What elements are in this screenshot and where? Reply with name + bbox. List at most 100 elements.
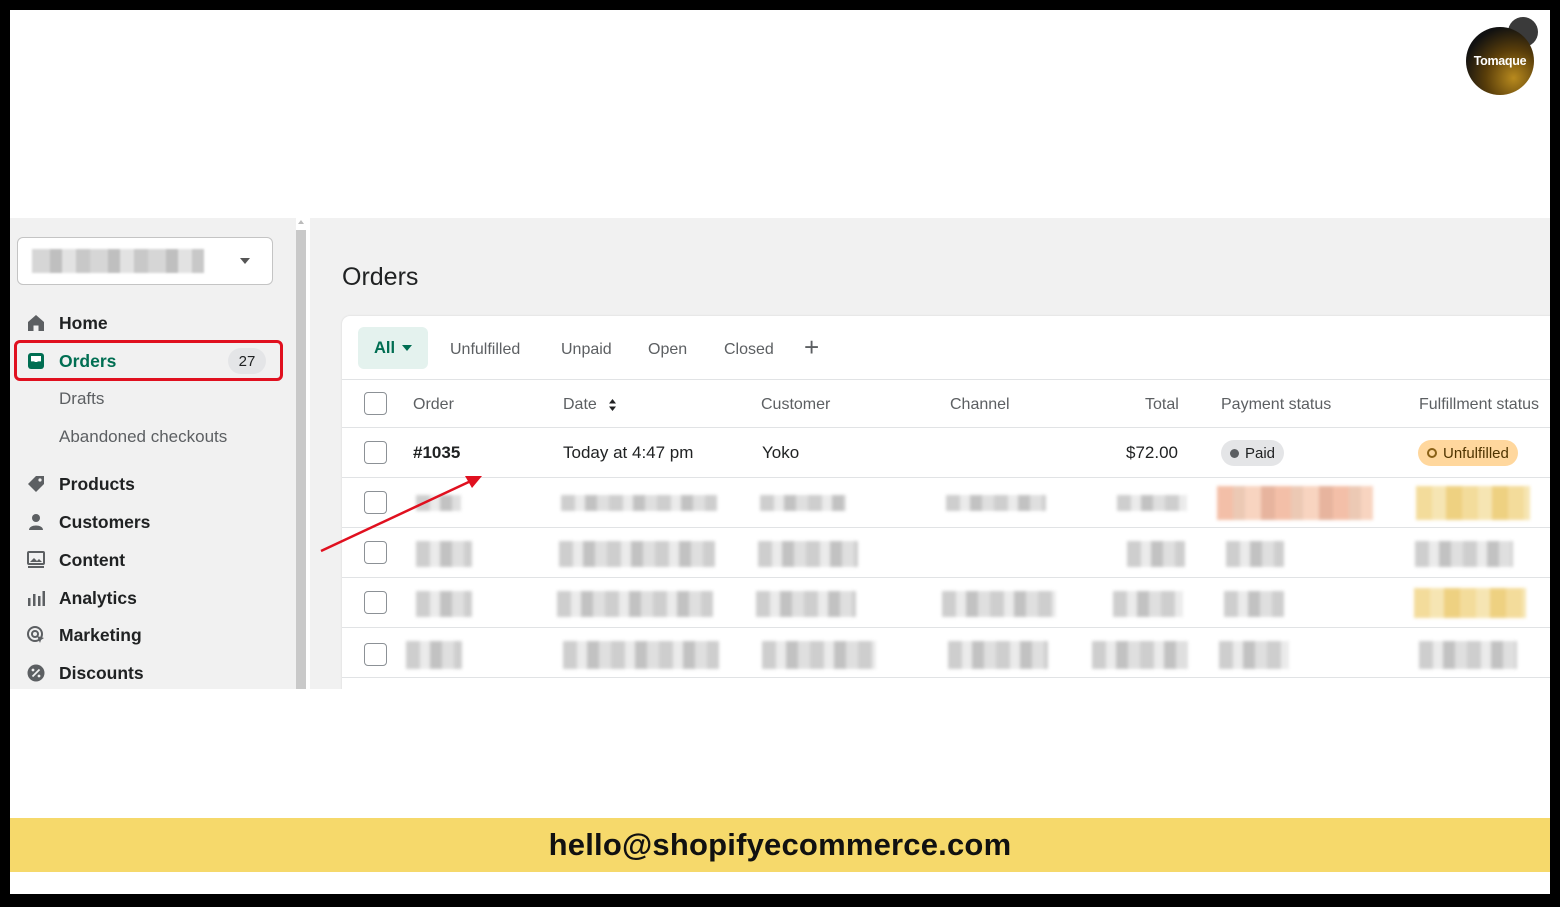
image-frame-icon xyxy=(26,550,46,570)
col-payment-status[interactable]: Payment status xyxy=(1221,396,1331,414)
nav-drafts[interactable]: Drafts xyxy=(59,389,104,409)
nav-products-label: Products xyxy=(59,473,135,494)
tab-open[interactable]: Open xyxy=(648,341,687,359)
row-checkbox[interactable] xyxy=(364,591,387,614)
sidebar-scrollbar-thumb[interactable] xyxy=(296,230,306,689)
nav-home-label: Home xyxy=(59,312,108,333)
tab-unpaid[interactable]: Unpaid xyxy=(561,341,612,359)
blurred-total xyxy=(1127,541,1185,567)
blurred-order xyxy=(416,541,472,567)
blurred-customer xyxy=(758,541,858,567)
blurred-payment-badge xyxy=(1226,541,1284,567)
blurred-total xyxy=(1113,591,1183,617)
add-tab-plus-icon[interactable]: + xyxy=(804,332,819,363)
table-row-blurred[interactable] xyxy=(342,628,1550,678)
row-checkbox[interactable] xyxy=(364,491,387,514)
tab-all-label: All xyxy=(373,338,396,357)
row-checkbox[interactable] xyxy=(364,643,387,666)
tab-all[interactable]: All xyxy=(358,327,428,369)
sort-icon[interactable] xyxy=(608,398,617,412)
blurred-customer xyxy=(756,591,856,617)
blurred-fulfillment-badge xyxy=(1415,541,1513,567)
payment-status-label: Paid xyxy=(1245,444,1276,462)
caret-down-icon xyxy=(402,345,413,351)
order-number[interactable]: #1035 xyxy=(413,443,460,463)
blurred-fulfillment-badge xyxy=(1414,588,1526,618)
nav-orders[interactable]: Orders xyxy=(26,346,116,376)
footer-banner: hello@shopifyecommerce.com xyxy=(10,818,1550,872)
select-all-checkbox[interactable] xyxy=(364,392,387,415)
caret-down-icon xyxy=(240,258,250,264)
nav-discounts-label: Discounts xyxy=(59,662,144,683)
nav-marketing-label: Marketing xyxy=(59,624,142,645)
blurred-fulfillment-badge xyxy=(1419,641,1517,669)
inbox-icon xyxy=(26,351,46,371)
blurred-payment-badge xyxy=(1219,641,1289,669)
table-row-blurred[interactable] xyxy=(342,578,1550,628)
nav-orders-label: Orders xyxy=(59,350,117,371)
row-checkbox[interactable] xyxy=(364,541,387,564)
table-row-blurred[interactable] xyxy=(342,478,1550,528)
table-row-blurred[interactable] xyxy=(342,528,1550,578)
tab-unfulfilled[interactable]: Unfulfilled xyxy=(450,341,520,359)
row-checkbox[interactable] xyxy=(364,441,387,464)
blurred-order xyxy=(406,641,462,669)
status-ring-icon xyxy=(1427,448,1437,458)
col-channel[interactable]: Channel xyxy=(950,396,1010,414)
nav-analytics-label: Analytics xyxy=(59,587,137,608)
nav-analytics[interactable]: Analytics xyxy=(26,583,137,613)
payment-status-badge: Paid xyxy=(1221,440,1285,466)
nav-home[interactable]: Home xyxy=(26,308,108,338)
fulfillment-status-label: Unfulfilled xyxy=(1443,444,1509,462)
nav-marketing[interactable]: Marketing xyxy=(26,620,142,650)
col-customer[interactable]: Customer xyxy=(761,396,830,414)
discount-icon xyxy=(26,663,46,683)
col-order[interactable]: Order xyxy=(413,396,454,414)
blurred-date xyxy=(563,641,719,669)
contact-email: hello@shopifyecommerce.com xyxy=(548,827,1012,862)
nav-discounts[interactable]: Discounts xyxy=(26,658,144,688)
page-title: Orders xyxy=(342,263,419,291)
blurred-date xyxy=(557,591,713,617)
table-header: Order Date Customer Channel Total Paymen… xyxy=(342,380,1550,428)
screenshot-frame: Tomaque Home Orders 27 Drafts Abandoned … xyxy=(10,10,1550,894)
nav-products[interactable]: Products xyxy=(26,469,135,499)
blurred-total xyxy=(1117,495,1187,511)
blurred-order xyxy=(416,495,461,511)
blurred-date xyxy=(559,541,715,567)
blurred-fulfillment-badge xyxy=(1416,486,1530,520)
col-date-label: Date xyxy=(563,396,597,413)
blurred-date xyxy=(561,495,717,511)
blurred-channel xyxy=(946,495,1046,511)
order-date: Today at 4:47 pm xyxy=(563,443,694,462)
blurred-order xyxy=(416,591,472,617)
orders-card: All Unfulfilled Unpaid Open Closed + Ord… xyxy=(342,316,1550,689)
blurred-channel xyxy=(948,641,1048,669)
bar-chart-icon xyxy=(26,588,46,608)
target-icon xyxy=(26,625,46,645)
tab-closed[interactable]: Closed xyxy=(724,341,774,359)
blurred-customer xyxy=(762,641,876,669)
blurred-payment-badge xyxy=(1224,591,1284,617)
col-date[interactable]: Date xyxy=(563,396,617,414)
nav-abandoned-checkouts[interactable]: Abandoned checkouts xyxy=(59,427,227,447)
scroll-up-arrow-icon[interactable] xyxy=(298,220,304,224)
logo-text: Tomaque xyxy=(1473,54,1527,68)
nav-customers[interactable]: Customers xyxy=(26,507,150,537)
tomaque-logo: Tomaque xyxy=(1466,15,1546,95)
blurred-payment-badge xyxy=(1217,486,1373,520)
col-total[interactable]: Total xyxy=(1145,396,1179,414)
table-row[interactable]: #1035 Today at 4:47 pm Yoko $72.00 Paid … xyxy=(342,428,1550,478)
nav-content[interactable]: Content xyxy=(26,545,125,575)
filter-tabs: All Unfulfilled Unpaid Open Closed + xyxy=(342,316,1550,380)
order-customer: Yoko xyxy=(762,443,800,462)
store-selector[interactable] xyxy=(17,237,273,285)
blurred-total xyxy=(1092,641,1188,669)
col-fulfillment-status[interactable]: Fulfillment status xyxy=(1419,396,1539,414)
person-icon xyxy=(26,512,46,532)
nav-content-label: Content xyxy=(59,549,126,570)
store-name-blurred xyxy=(32,249,204,273)
orders-count-badge: 27 xyxy=(228,348,266,374)
logo-circle: Tomaque xyxy=(1466,27,1534,95)
fulfillment-status-badge: Unfulfilled xyxy=(1418,440,1518,466)
